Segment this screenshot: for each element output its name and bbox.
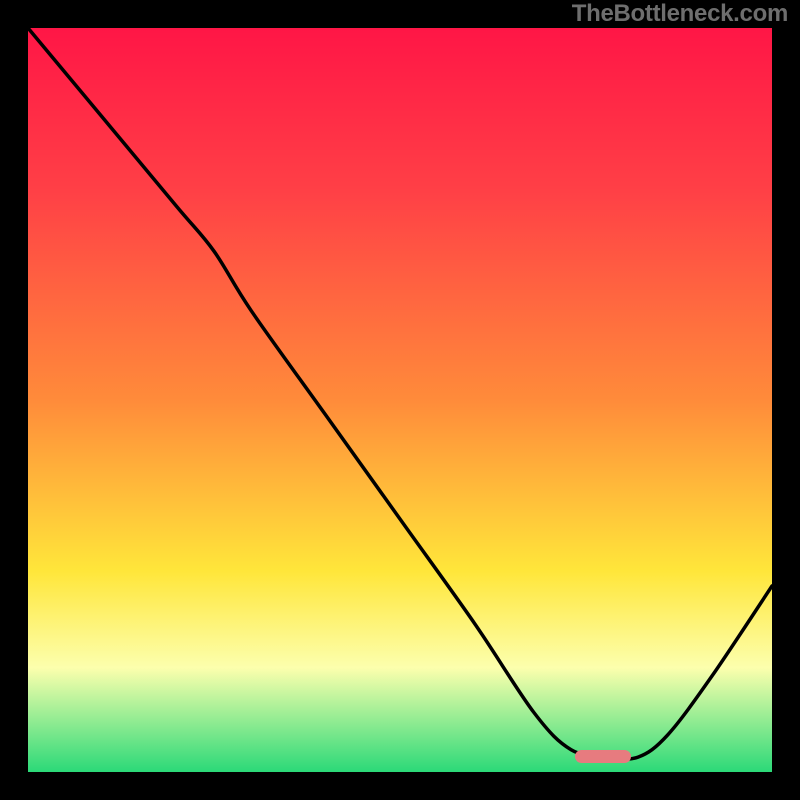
gradient-background [28,28,772,772]
chart-frame: TheBottleneck.com [0,0,800,800]
gradient-rect [28,28,772,772]
valley-highlight-marker [575,750,631,763]
plot-area [28,28,772,772]
watermark-text: TheBottleneck.com [572,0,788,28]
